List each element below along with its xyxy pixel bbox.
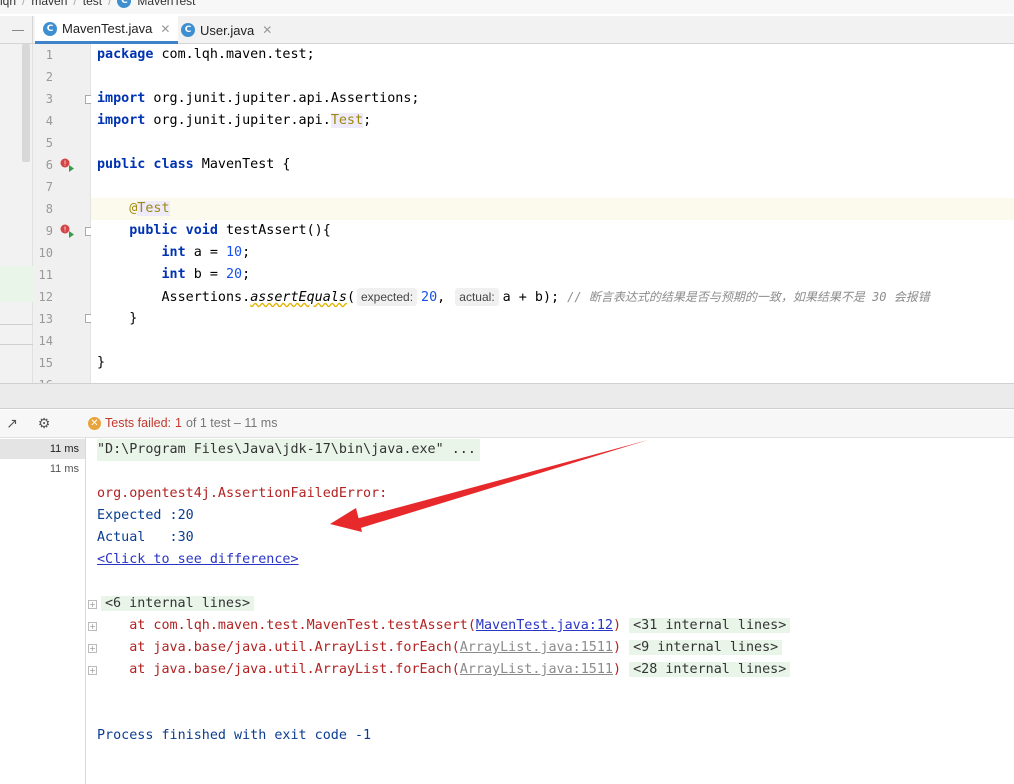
breadcrumb-item[interactable]: test <box>83 0 102 8</box>
code-line: public void testAssert(){ <box>129 223 331 238</box>
source-link[interactable]: MavenTest.java:12 <box>476 618 613 633</box>
console-output[interactable]: "D:\Program Files\Java\jdk-17\bin\java.e… <box>86 438 1014 784</box>
svg-text:!: ! <box>64 160 67 168</box>
test-failed-icon: ✕ <box>88 416 101 430</box>
console-error: org.opentest4j.AssertionFailedError: <box>97 486 388 501</box>
console-actual: Actual :30 <box>97 530 194 545</box>
line-number: 13 <box>38 312 53 326</box>
source-link[interactable]: ArrayList.java:1511 <box>460 662 613 677</box>
collapse-icon[interactable] <box>0 16 33 43</box>
scrollbar-thumb[interactable] <box>22 44 30 162</box>
param-hint: expected: <box>357 288 418 306</box>
source-link[interactable]: ArrayList.java:1511 <box>460 640 613 655</box>
line-number: 12 <box>38 290 53 304</box>
breadcrumb-separator: / <box>108 0 112 8</box>
expand-icon[interactable]: + <box>88 644 97 653</box>
test-status: ✕ Tests failed: 1 of 1 test – 11 ms <box>88 416 277 430</box>
line-number: 6 <box>45 158 53 172</box>
console-fold[interactable]: <6 internal lines> <box>101 593 255 615</box>
class-icon: C <box>117 0 132 8</box>
expand-icon[interactable]: + <box>88 622 97 631</box>
code-line: import org.junit.jupiter.api.Test; <box>97 113 372 128</box>
breadcrumb-item[interactable]: MavenTest <box>137 0 195 8</box>
console-command: "D:\Program Files\Java\jdk-17\bin\java.e… <box>97 439 480 461</box>
console-expected: Expected :20 <box>97 508 194 523</box>
line-number: 11 <box>38 268 53 282</box>
expand-icon[interactable]: + <box>88 666 97 675</box>
tab-label: MavenTest.java <box>62 21 153 36</box>
stack-trace-line: at java.base/java.util.ArrayList.forEach… <box>97 637 783 659</box>
panel-splitter[interactable] <box>0 383 1014 409</box>
line-number: 8 <box>45 202 53 216</box>
line-number: 15 <box>38 356 53 370</box>
breadcrumb: lqh / maven / test / C MavenTest <box>0 0 1014 14</box>
line-number: 7 <box>45 180 53 194</box>
code-line: int a = 10; <box>161 245 251 260</box>
breadcrumb-separator: / <box>73 0 77 8</box>
console-exit: Process finished with exit code -1 <box>97 728 372 743</box>
code-editor[interactable]: package com.lqh.maven.test; import org.j… <box>91 44 1014 384</box>
close-icon[interactable]: ✕ <box>160 22 170 36</box>
line-number: 14 <box>38 334 53 348</box>
code-line: public class MavenTest { <box>97 157 291 172</box>
tab-label: User.java <box>200 22 255 38</box>
breadcrumb-item[interactable]: maven <box>31 0 67 8</box>
code-line-current: @Test <box>91 198 1014 220</box>
line-number: 5 <box>45 136 53 150</box>
line-number: 10 <box>38 246 53 260</box>
editor-tab-bar: C MavenTest.java ✕ C User.java ✕ <box>0 16 1014 44</box>
code-line: Assertions.assertEquals(expected: 20, act… <box>161 288 930 306</box>
line-number: 1 <box>45 48 53 62</box>
class-icon: C <box>43 21 57 36</box>
breadcrumb-separator: / <box>22 0 26 8</box>
tab-user[interactable]: C User.java ✕ <box>173 16 280 44</box>
line-number: 2 <box>45 70 53 84</box>
param-hint: actual: <box>455 288 499 306</box>
tree-row-time[interactable]: 11 ms <box>0 459 85 479</box>
code-line: int b = 20; <box>161 267 251 282</box>
selection-highlight <box>0 266 33 302</box>
gear-icon[interactable]: ⚙ <box>36 416 52 432</box>
code-line: } <box>97 355 106 370</box>
project-side-strip <box>0 44 33 384</box>
expand-icon[interactable]: + <box>88 600 97 609</box>
divider <box>0 324 33 325</box>
close-icon[interactable]: ✕ <box>262 23 272 37</box>
tab-maventest[interactable]: C MavenTest.java ✕ <box>35 16 179 44</box>
line-number: 4 <box>45 114 53 128</box>
code-line: } <box>129 311 138 326</box>
diff-link[interactable]: <Click to see difference> <box>97 549 299 571</box>
code-line: import org.junit.jupiter.api.Assertions; <box>97 91 420 106</box>
run-test-icon[interactable]: ! <box>59 157 75 173</box>
stack-trace-line: at com.lqh.maven.test.MavenTest.testAsse… <box>97 615 791 637</box>
test-tree: 11 ms 11 ms <box>0 438 86 784</box>
tree-row-time[interactable]: 11 ms <box>0 439 85 459</box>
breadcrumb-item[interactable]: lqh <box>0 0 16 8</box>
class-icon: C <box>181 23 195 37</box>
run-toolbar: ↗ ⚙ ✕ Tests failed: 1 of 1 test – 11 ms <box>0 410 1014 438</box>
line-number: 9 <box>45 224 53 238</box>
line-number: 3 <box>45 92 53 106</box>
svg-text:!: ! <box>64 226 67 234</box>
export-icon[interactable]: ↗ <box>4 416 20 432</box>
stack-trace-line: at java.base/java.util.ArrayList.forEach… <box>97 659 791 681</box>
run-test-icon[interactable]: ! <box>59 223 75 239</box>
code-line: package com.lqh.maven.test; <box>97 47 315 62</box>
divider <box>0 344 33 345</box>
